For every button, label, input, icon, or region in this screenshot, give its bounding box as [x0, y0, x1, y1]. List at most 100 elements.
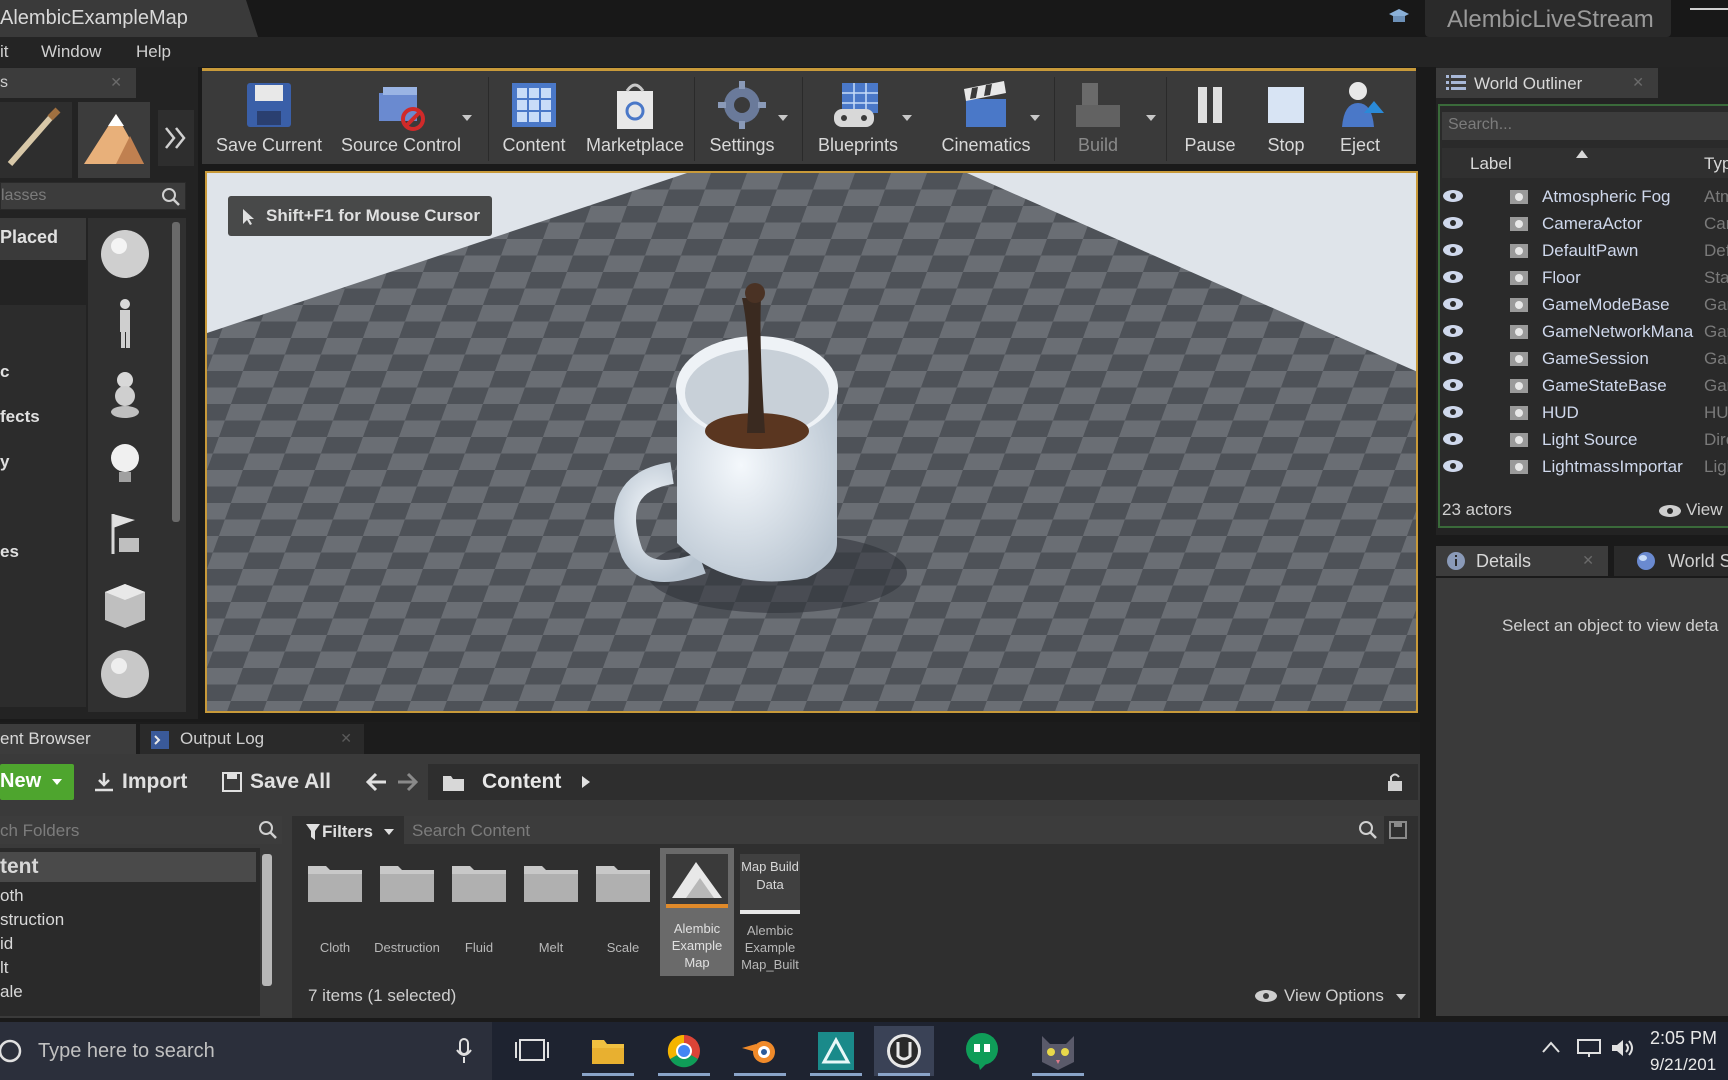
search-classes-input[interactable]: lasses	[0, 182, 186, 210]
visibility-eye-icon[interactable]	[1442, 215, 1464, 231]
folder-icon[interactable]	[522, 862, 580, 904]
search-content-input[interactable]: Search Content	[404, 816, 1384, 844]
search-folders-input[interactable]: ch Folders	[0, 816, 282, 844]
blueprints-dropdown-icon[interactable]	[902, 115, 912, 121]
tree-item-melt[interactable]: lt	[0, 958, 9, 978]
visibility-eye-icon[interactable]	[1442, 458, 1464, 474]
visibility-eye-icon[interactable]	[1442, 377, 1464, 393]
network-icon[interactable]	[1576, 1038, 1602, 1058]
menu-window[interactable]: Window	[41, 42, 101, 62]
visibility-eye-icon[interactable]	[1442, 431, 1464, 447]
outliner-row[interactable]: Light Source Dire	[1442, 427, 1728, 454]
visibility-eye-icon[interactable]	[1442, 188, 1464, 204]
outliner-row[interactable]: DefaultPawn Defa	[1442, 238, 1728, 265]
marketplace-button[interactable]: Marketplace	[580, 71, 690, 167]
file-explorer-app[interactable]	[578, 1026, 638, 1076]
tree-item-scale[interactable]: ale	[0, 982, 23, 1002]
settings-dropdown-icon[interactable]	[778, 115, 788, 121]
build-button[interactable]: Build	[1058, 71, 1138, 167]
folder-icon[interactable]	[378, 862, 436, 904]
microphone-icon[interactable]	[456, 1038, 472, 1064]
tree-item-destruction[interactable]: struction	[0, 910, 64, 930]
volume-icon[interactable]	[1610, 1038, 1636, 1058]
save-search-icon[interactable]	[1388, 820, 1408, 840]
source-control-dropdown-icon[interactable]	[462, 115, 472, 121]
outliner-row[interactable]: GameSession Gam	[1442, 346, 1728, 373]
more-modes-button[interactable]	[158, 110, 194, 166]
sphere-icon[interactable]	[97, 226, 153, 282]
add-new-button[interactable]: New	[0, 764, 74, 800]
outliner-row[interactable]: HUD HUD	[1442, 400, 1728, 427]
output-log-tab[interactable]: Output Log ✕	[140, 724, 364, 754]
level-tab[interactable]: AlembicExampleMap	[0, 0, 258, 37]
visibility-eye-icon[interactable]	[1442, 350, 1464, 366]
content-button[interactable]: Content	[492, 71, 576, 167]
outliner-row[interactable]: GameStateBase Gam	[1442, 373, 1728, 400]
outliner-row[interactable]: CameraActor Can	[1442, 211, 1728, 238]
cube-icon[interactable]	[97, 576, 153, 632]
clock-date[interactable]: 9/21/201	[1650, 1055, 1716, 1075]
world-settings-tab[interactable]: World S	[1614, 546, 1728, 576]
menu-edit[interactable]: it	[0, 42, 9, 62]
pause-button[interactable]: Pause	[1170, 71, 1250, 167]
outliner-search-input[interactable]: Search...	[1442, 112, 1728, 140]
menu-help[interactable]: Help	[136, 42, 171, 62]
blender-app[interactable]	[730, 1026, 790, 1076]
category-basic-label[interactable]: c	[0, 362, 9, 382]
tree-item-fluid[interactable]: id	[0, 934, 13, 954]
outliner-row[interactable]: Atmospheric Fog Atm	[1442, 184, 1728, 211]
level-viewport[interactable]	[205, 171, 1418, 713]
outliner-row[interactable]: Floor Stat	[1442, 265, 1728, 292]
source-control-button[interactable]: Source Control	[334, 71, 468, 167]
content-browser-tab[interactable]: ent Browser	[0, 724, 136, 754]
close-icon[interactable]: ✕	[110, 74, 122, 91]
graduation-cap-icon[interactable]	[1388, 8, 1410, 26]
chevron-right-icon[interactable]	[582, 776, 590, 788]
point-light-icon[interactable]	[97, 436, 153, 492]
folder-tree-scrollbar[interactable]	[262, 854, 272, 986]
view-options-button[interactable]: View	[1686, 500, 1723, 520]
pawn-icon[interactable]	[97, 366, 153, 422]
asset-alembic-example-map[interactable]: Alembic Example Map	[660, 848, 734, 976]
chrome-app[interactable]	[654, 1026, 714, 1076]
build-dropdown-icon[interactable]	[1146, 115, 1156, 121]
visibility-eye-icon[interactable]	[1442, 323, 1464, 339]
world-outliner-tab[interactable]: World Outliner ✕	[1436, 68, 1658, 98]
settings-button[interactable]: Settings	[698, 71, 786, 167]
visibility-eye-icon[interactable]	[1442, 269, 1464, 285]
label-column-header[interactable]: Label	[1470, 154, 1512, 174]
placeable-scrollbar[interactable]	[172, 222, 180, 522]
import-button[interactable]: Import	[92, 764, 200, 800]
save-current-button[interactable]: Save Current	[210, 71, 328, 167]
sphere-volume-icon[interactable]	[97, 646, 153, 702]
stop-button[interactable]: Stop	[1254, 71, 1318, 167]
type-column-header[interactable]: Typ	[1704, 154, 1728, 174]
filters-button[interactable]: Filters	[302, 818, 400, 846]
chevron-up-icon[interactable]	[1542, 1040, 1560, 1054]
modes-tab[interactable]: s ✕	[0, 68, 136, 98]
back-arrow-icon[interactable]	[366, 772, 388, 792]
character-icon[interactable]	[97, 296, 153, 352]
save-all-button[interactable]: Save All	[220, 764, 340, 800]
landscape-mode-button[interactable]	[78, 102, 150, 178]
paint-mode-button[interactable]	[0, 102, 72, 178]
close-icon[interactable]: ✕	[1582, 552, 1594, 569]
folder-icon[interactable]	[594, 862, 652, 904]
visibility-eye-icon[interactable]	[1442, 404, 1464, 420]
folder-icon[interactable]	[450, 862, 508, 904]
details-tab[interactable]: Details ✕	[1436, 546, 1608, 576]
outliner-row[interactable]: LightmassImportar Ligh	[1442, 454, 1728, 481]
hangouts-app[interactable]	[952, 1026, 1012, 1076]
close-icon[interactable]: ✕	[340, 730, 352, 747]
lock-icon[interactable]	[1384, 772, 1406, 792]
clock-time[interactable]: 2:05 PM	[1650, 1028, 1717, 1049]
cat-app[interactable]	[1028, 1026, 1088, 1076]
path-content[interactable]: Content	[482, 770, 561, 794]
tree-item-content[interactable]: tent	[0, 855, 39, 879]
visibility-eye-icon[interactable]	[1442, 296, 1464, 312]
unreal-engine-app[interactable]	[874, 1026, 934, 1076]
minimize-icon[interactable]	[1690, 4, 1728, 24]
category-geometry-label[interactable]: y	[0, 452, 9, 472]
outliner-row[interactable]: GameNetworkMana Gam	[1442, 319, 1728, 346]
3ds-max-app[interactable]	[806, 1026, 866, 1076]
